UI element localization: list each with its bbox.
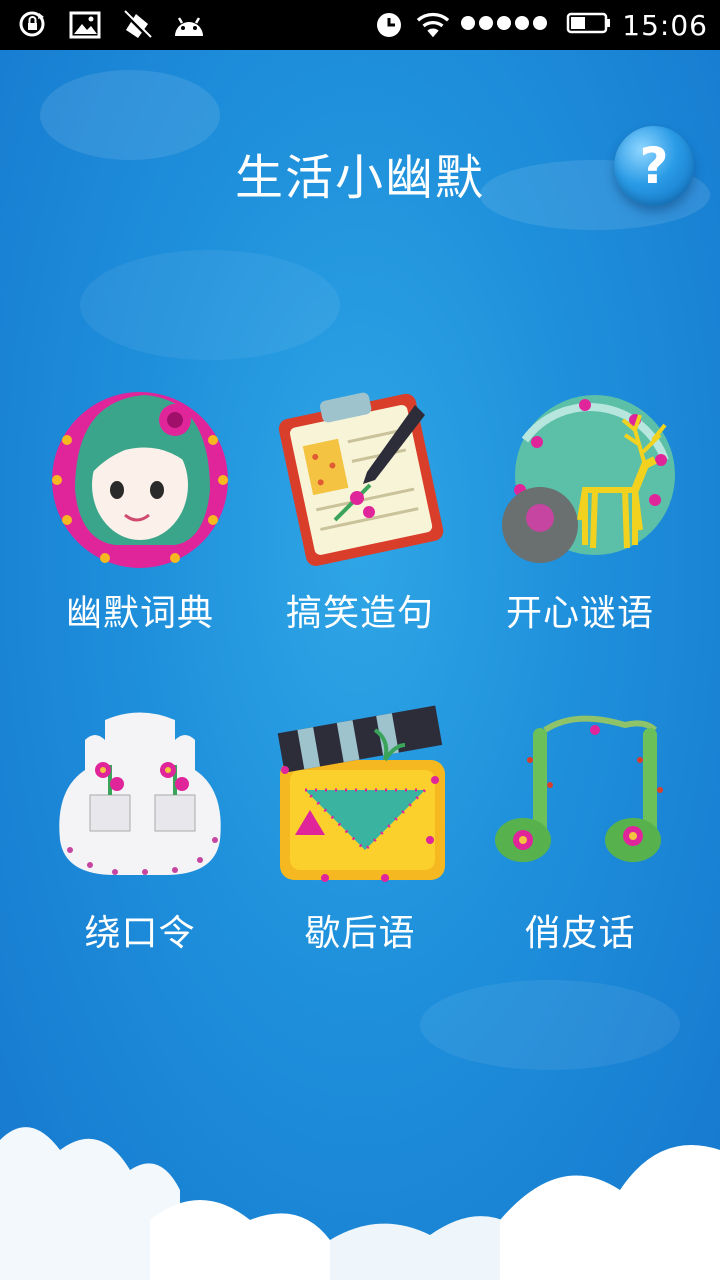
main-screen: 生活小幽默 ? 幽默词典 搞笑造句 开心谜语 绕口令 歇后语 俏皮话 <box>0 50 720 1280</box>
menu-item-label: 绕口令 <box>84 913 196 954</box>
cartoon-girl-icon <box>52 392 228 568</box>
menu-item-riddles[interactable]: 开心谜语 <box>480 380 680 636</box>
android-icon <box>172 8 206 42</box>
wifi-icon <box>416 8 450 42</box>
bottom-clouds <box>0 1127 720 1280</box>
menu-item-label: 幽默词典 <box>65 593 214 634</box>
image-icon <box>68 8 102 42</box>
menu-item-funny-sentences[interactable]: 搞笑造句 <box>260 380 460 636</box>
clapperboard-icon <box>277 705 445 882</box>
music-note-icon <box>495 715 663 862</box>
sync-lock-icon <box>16 8 50 42</box>
signal-dots-icon <box>460 13 548 37</box>
clipboard-pencil-icon <box>278 392 444 566</box>
clock: 15:06 <box>622 8 708 42</box>
menu-item-label: 俏皮话 <box>524 913 636 954</box>
menu-item-tongue-twisters[interactable]: 绕口令 <box>40 700 240 956</box>
help-button[interactable]: ? <box>614 126 694 206</box>
bg-cloud <box>420 980 680 1070</box>
bg-cloud <box>80 250 340 360</box>
menu-item-xiehouyu[interactable]: 歇后语 <box>260 700 460 956</box>
menu-item-label: 开心谜语 <box>505 593 654 634</box>
deer-bubble-icon <box>502 395 675 563</box>
status-bar: 15:06 <box>0 0 720 50</box>
battery-icon <box>566 11 612 39</box>
menu-item-label: 歇后语 <box>304 913 416 954</box>
question-mark-icon: ? <box>639 137 669 195</box>
menu-item-witty-sayings[interactable]: 俏皮话 <box>480 700 680 956</box>
page-title: 生活小幽默 <box>234 150 485 206</box>
alarm-icon <box>372 8 406 42</box>
flower-castle-icon <box>59 712 221 875</box>
menu-item-label: 搞笑造句 <box>285 593 434 634</box>
no-signal-icon <box>120 8 154 42</box>
menu-item-humor-dictionary[interactable]: 幽默词典 <box>40 380 240 636</box>
